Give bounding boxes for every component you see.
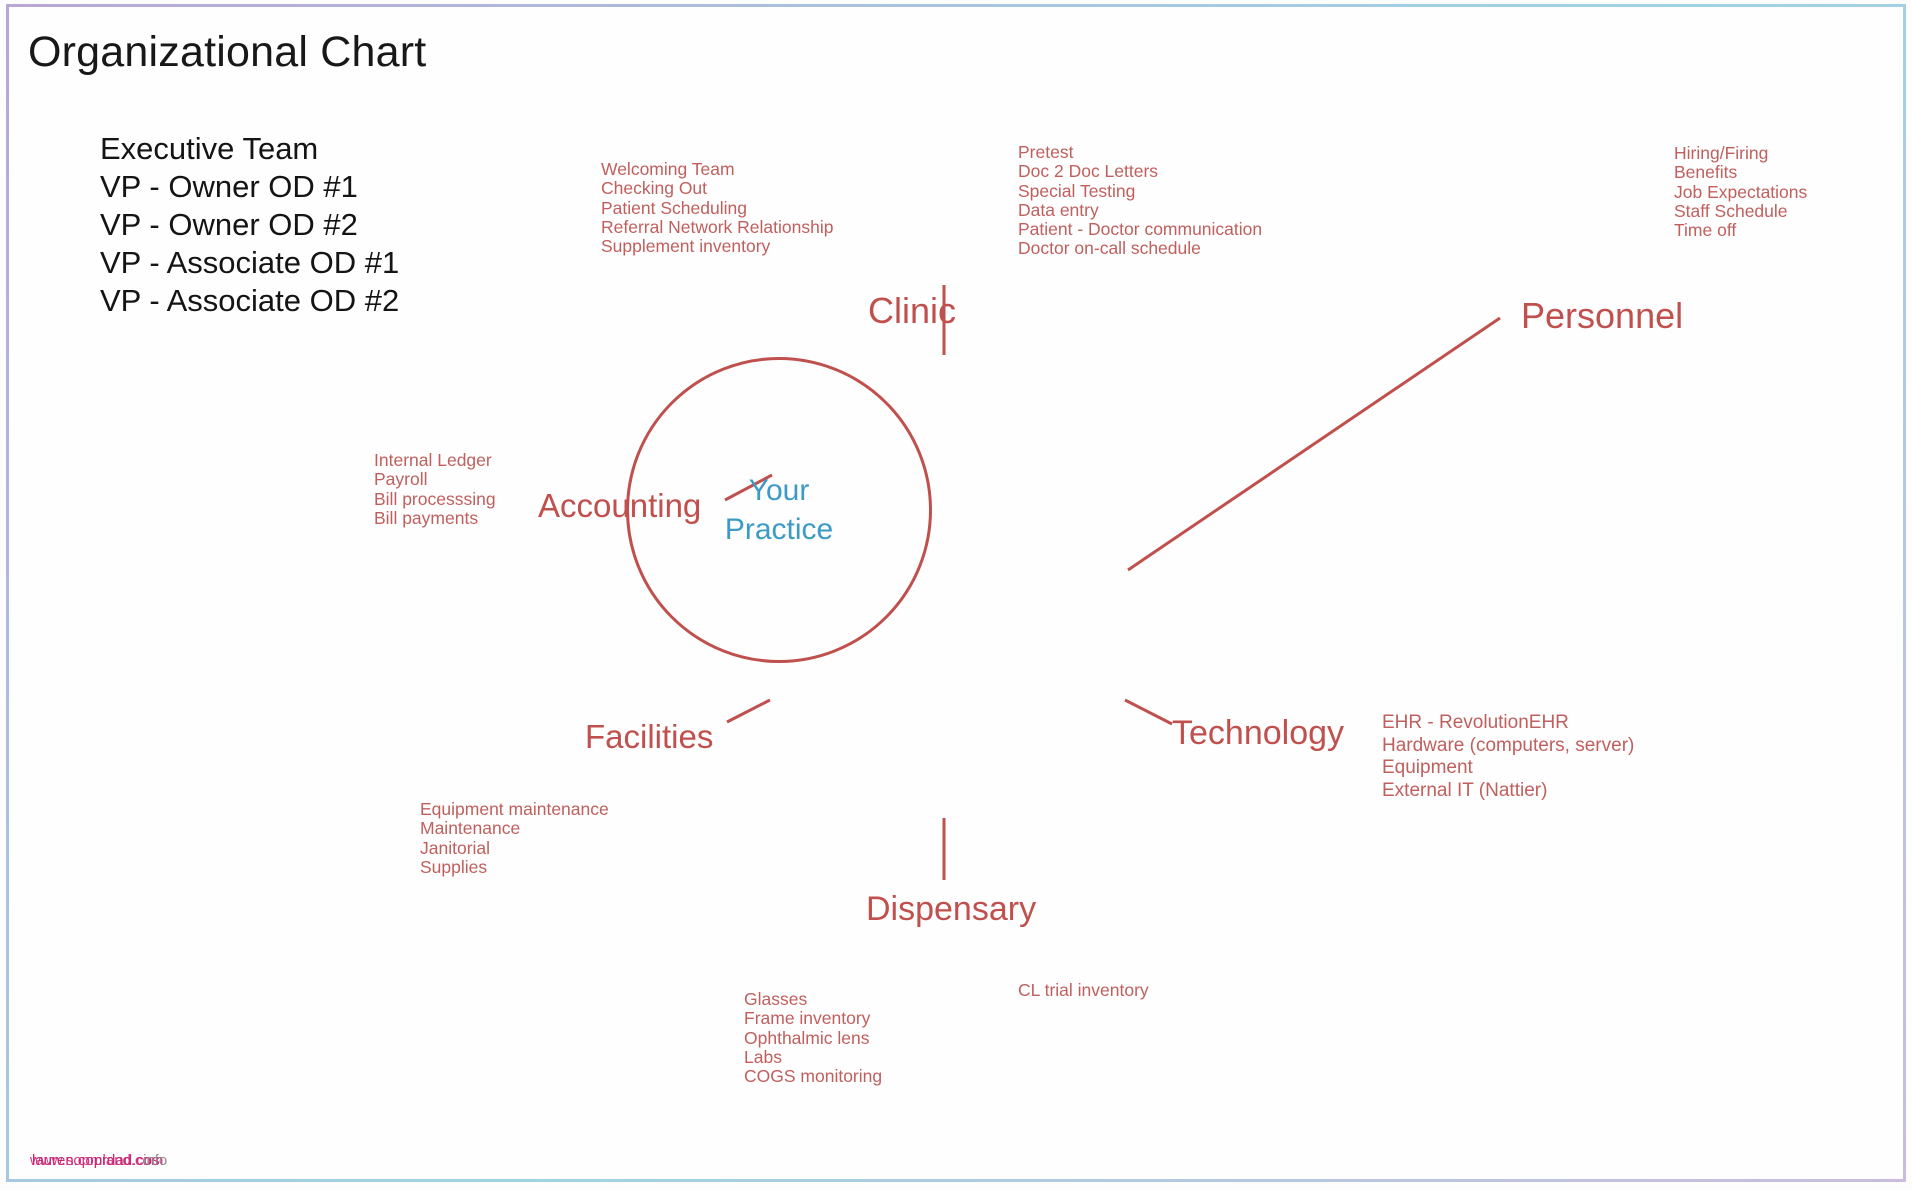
branch-label-facilities[interactable]: Facilities <box>585 718 713 756</box>
list-item: Doc 2 Doc Letters <box>1018 161 1159 182</box>
dispensary-detail-list-left: Glasses Frame inventory Ophthalmic lens … <box>744 989 883 1087</box>
branch-label-personnel[interactable]: Personnel <box>1521 295 1683 337</box>
list-item: Hardware (computers, server) <box>1382 734 1635 756</box>
list-item: CL trial inventory <box>1018 980 1149 1000</box>
list-item: Checking Out <box>601 178 708 199</box>
executive-team-heading: Executive Team <box>100 131 319 166</box>
list-item: Ophthalmic lens <box>744 1027 870 1048</box>
list-item: Welcoming Team <box>601 159 735 179</box>
dispensary-detail-list-right: CL trial inventory <box>1018 980 1149 1000</box>
executive-member: VP - Owner OD #1 <box>100 169 358 204</box>
list-item: Maintenance <box>420 818 521 839</box>
executive-team-block: Executive Team VP - Owner OD #1 VP - Own… <box>100 130 399 320</box>
branch-label-dispensary[interactable]: Dispensary <box>866 890 1036 929</box>
list-item: Job Expectations <box>1674 181 1808 202</box>
list-item: Doctor on-call schedule <box>1018 238 1201 259</box>
branch-label-technology[interactable]: Technology <box>1172 714 1344 753</box>
list-item: Supplies <box>420 856 488 877</box>
accounting-detail-list: Internal Ledger Payroll Bill processsing… <box>374 450 496 528</box>
list-item: Staff Schedule <box>1674 200 1788 221</box>
list-item: Pretest <box>1018 142 1074 162</box>
list-item: Patient - Doctor communication <box>1018 219 1263 240</box>
list-item: Glasses <box>744 989 808 1009</box>
facilities-detail-list: Equipment maintenance Maintenance Janito… <box>420 799 609 877</box>
list-item: Equipment maintenance <box>420 799 609 819</box>
list-item: Bill processsing <box>374 488 496 509</box>
watermark-text-secondary: lauren.coprdad.cos <box>32 1152 160 1169</box>
clinic-detail-list-right: Pretest Doc 2 Doc Letters Special Testin… <box>1018 142 1263 259</box>
list-item: COGS monitoring <box>744 1066 883 1087</box>
list-item: Hiring/Firing <box>1674 143 1769 163</box>
list-item: Patient Scheduling <box>601 197 747 218</box>
list-item: Time off <box>1674 220 1737 241</box>
executive-member: VP - Associate OD #2 <box>100 283 400 318</box>
list-item: Equipment <box>1382 757 1473 778</box>
clinic-detail-list-left: Welcoming Team Checking Out Patient Sche… <box>601 159 834 257</box>
watermark-text-suffix: info <box>143 1152 168 1169</box>
personnel-detail-list: Hiring/Firing Benefits Job Expectations … <box>1674 143 1808 241</box>
branch-label-clinic[interactable]: Clinic <box>868 290 956 332</box>
list-item: Special Testing <box>1018 180 1136 201</box>
list-item: Labs <box>744 1046 782 1067</box>
footer-watermark: www.sopmland.com lauren.coprdad.cos info <box>30 1152 450 1174</box>
list-item: Supplement inventory <box>601 236 771 257</box>
executive-member: VP - Associate OD #1 <box>100 245 400 280</box>
slide-canvas: Organizational Chart Executive Team VP -… <box>0 0 1912 1190</box>
page-title: Organizational Chart <box>28 28 427 76</box>
list-item: Frame inventory <box>744 1008 871 1029</box>
technology-detail-list: EHR - RevolutionEHR Hardware (computers,… <box>1382 712 1634 802</box>
list-item: Bill payments <box>374 507 479 528</box>
list-item: Benefits <box>1674 162 1738 183</box>
list-item: Payroll <box>374 469 428 490</box>
list-item: EHR - RevolutionEHR <box>1382 712 1569 733</box>
list-item: Internal Ledger <box>374 450 492 470</box>
list-item: External IT (Nattier) <box>1382 779 1548 801</box>
list-item: Data entry <box>1018 199 1099 220</box>
list-item: Janitorial <box>420 837 491 858</box>
list-item: Referral Network Relationship <box>601 216 834 237</box>
executive-member: VP - Owner OD #2 <box>100 207 358 242</box>
branch-label-accounting[interactable]: Accounting <box>538 487 701 525</box>
